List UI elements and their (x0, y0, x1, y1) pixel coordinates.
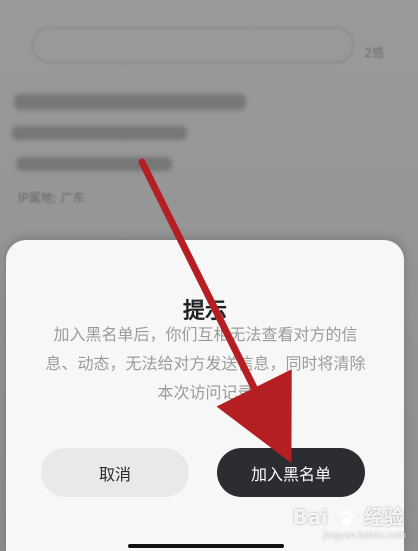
watermark-brand: Bai 经验 (292, 501, 404, 530)
profile-text-line (12, 126, 187, 140)
dialog-message: 加入黑名单后，你们互相无法查看对方的信息、动态，无法给对方发送信息，同时将清除本… (45, 325, 366, 402)
profile-search-bar (32, 27, 354, 63)
baidu-watermark: Bai 经验 jingyan.baidu.com (292, 498, 406, 546)
watermark-site: jingyan.baidu.com (322, 531, 406, 541)
add-to-blacklist-button[interactable]: 加入黑名单 (217, 448, 365, 497)
profile-text-line (14, 94, 246, 110)
home-indicator[interactable] (128, 544, 284, 548)
watermark-brand-left: Bai (292, 505, 329, 529)
profile-text-line (16, 157, 172, 171)
profile-badge: 2感 (364, 46, 384, 60)
watermark-brand-right: 经验 (364, 505, 404, 529)
ip-location: IP属地: 广东 (18, 191, 85, 205)
cancel-button[interactable]: 取消 (41, 448, 189, 497)
paw-icon (340, 510, 353, 525)
